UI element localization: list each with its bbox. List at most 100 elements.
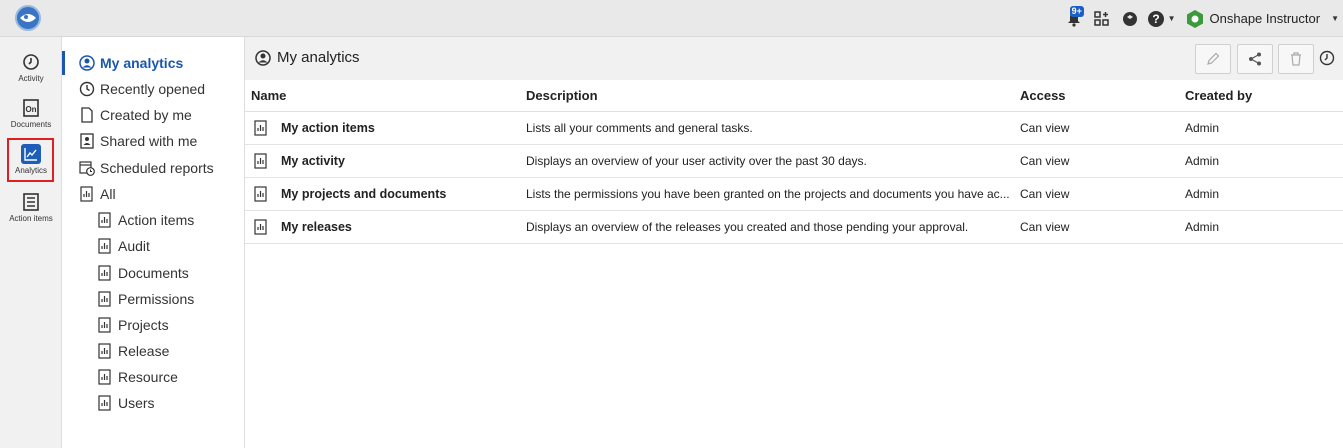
nav-item-created-by-me[interactable]: Created by me bbox=[79, 103, 192, 127]
nav-item-documents[interactable]: Documents bbox=[97, 261, 189, 285]
row-access: Can view bbox=[1014, 111, 1179, 145]
analytics-table: Name Description Access Created by My ac… bbox=[245, 80, 1343, 244]
analytics-nav: My analytics Recently opened Created by … bbox=[62, 37, 245, 448]
report-icon bbox=[97, 238, 113, 254]
report-icon bbox=[97, 212, 113, 228]
notification-badge: 9+ bbox=[1069, 5, 1084, 17]
app-store-icon[interactable] bbox=[1091, 8, 1113, 30]
learning-icon[interactable] bbox=[1119, 8, 1141, 30]
nav-label: All bbox=[100, 186, 116, 202]
main-header: My analytics bbox=[245, 37, 1343, 80]
share-button[interactable] bbox=[1237, 44, 1273, 74]
report-icon bbox=[97, 369, 113, 385]
calendar-clock-icon bbox=[79, 160, 95, 176]
clock-icon bbox=[79, 81, 95, 97]
nav-label: Resource bbox=[118, 369, 178, 385]
rail-label: Action items bbox=[9, 214, 53, 223]
row-created-by: Admin bbox=[1179, 144, 1343, 178]
user-circle-icon bbox=[255, 49, 271, 66]
svg-text:?: ? bbox=[1152, 12, 1159, 26]
row-created-by: Admin bbox=[1179, 111, 1343, 145]
notifications-icon[interactable]: 9+ bbox=[1063, 5, 1085, 30]
table-header-row: Name Description Access Created by bbox=[245, 80, 1343, 112]
nav-item-users[interactable]: Users bbox=[97, 391, 155, 415]
file-icon bbox=[79, 107, 95, 123]
report-icon bbox=[254, 185, 267, 202]
nav-label: Permissions bbox=[118, 291, 195, 307]
row-name: My action items bbox=[281, 120, 375, 135]
row-name: My activity bbox=[281, 153, 345, 168]
help-icon: ? bbox=[1147, 10, 1164, 27]
page-title: My analytics bbox=[255, 49, 360, 66]
active-indicator bbox=[62, 51, 65, 75]
report-icon bbox=[254, 119, 267, 136]
rail-label: Activity bbox=[18, 74, 44, 83]
nav-item-action-items[interactable]: Action items bbox=[97, 208, 194, 232]
nav-item-all[interactable]: All bbox=[79, 182, 116, 206]
nav-label: Release bbox=[118, 343, 170, 359]
table-row[interactable]: My releases Displays an overview of the … bbox=[245, 210, 1343, 244]
nav-item-audit[interactable]: Audit bbox=[97, 234, 150, 258]
svg-text:On: On bbox=[25, 105, 36, 114]
column-header-access[interactable]: Access bbox=[1014, 80, 1179, 112]
report-icon bbox=[97, 317, 113, 333]
report-icon bbox=[79, 186, 95, 202]
nav-label: Created by me bbox=[100, 107, 192, 123]
table-row[interactable]: My projects and documents Lists the perm… bbox=[245, 177, 1343, 211]
onshape-logo-icon bbox=[1186, 9, 1203, 28]
row-access: Can view bbox=[1014, 177, 1179, 211]
table-row[interactable]: My action items Lists all your comments … bbox=[245, 111, 1343, 145]
share-icon bbox=[1249, 52, 1261, 66]
help-menu[interactable]: ? ▼ bbox=[1147, 10, 1176, 28]
nav-item-my-analytics[interactable]: My analytics bbox=[79, 51, 183, 75]
nav-item-resource[interactable]: Resource bbox=[97, 365, 178, 389]
report-icon bbox=[254, 218, 267, 235]
nav-item-release[interactable]: Release bbox=[97, 339, 169, 363]
report-icon bbox=[97, 343, 113, 359]
nav-label: Users bbox=[118, 395, 155, 411]
row-name: My projects and documents bbox=[281, 186, 447, 201]
nav-item-scheduled-reports[interactable]: Scheduled reports bbox=[79, 156, 214, 180]
rail-item-analytics[interactable]: Analytics bbox=[0, 144, 62, 175]
rail-item-activity[interactable]: Activity bbox=[0, 52, 62, 83]
document-icon: On bbox=[23, 99, 39, 117]
nav-item-projects[interactable]: Projects bbox=[97, 313, 169, 337]
user-menu[interactable]: Onshape Instructor ▼ bbox=[1186, 9, 1339, 29]
column-header-name[interactable]: Name bbox=[245, 80, 520, 112]
user-circle-icon bbox=[79, 55, 95, 71]
row-description: Lists the permissions you have been gran… bbox=[526, 186, 1010, 201]
main-panel: My analytics Name Description Access Cre… bbox=[245, 37, 1343, 448]
shared-user-icon bbox=[79, 133, 95, 149]
app-logo-icon[interactable] bbox=[14, 4, 42, 32]
delete-button[interactable] bbox=[1278, 44, 1314, 74]
nav-label: Action items bbox=[118, 212, 195, 228]
report-icon bbox=[97, 395, 113, 411]
chevron-down-icon: ▼ bbox=[1167, 14, 1176, 23]
row-created-by: Admin bbox=[1179, 177, 1343, 211]
row-name: My releases bbox=[281, 219, 352, 234]
column-header-created-by[interactable]: Created by bbox=[1179, 80, 1343, 112]
row-description: Displays an overview of the releases you… bbox=[526, 219, 969, 234]
clock-icon bbox=[23, 54, 39, 70]
row-description: Displays an overview of your user activi… bbox=[526, 153, 867, 168]
analytics-icon bbox=[21, 144, 41, 164]
user-name: Onshape Instructor bbox=[1209, 11, 1321, 26]
nav-item-recently-opened[interactable]: Recently opened bbox=[79, 77, 205, 101]
chevron-down-icon: ▼ bbox=[1331, 14, 1339, 23]
nav-item-permissions[interactable]: Permissions bbox=[97, 287, 194, 311]
nav-label: Shared with me bbox=[100, 133, 198, 149]
nav-item-shared-with-me[interactable]: Shared with me bbox=[79, 129, 197, 153]
checklist-icon bbox=[23, 193, 39, 211]
rail-item-action-items[interactable]: Action items bbox=[0, 192, 62, 223]
nav-label: Projects bbox=[118, 317, 169, 333]
history-icon[interactable] bbox=[1319, 50, 1335, 66]
edit-button[interactable] bbox=[1195, 44, 1231, 74]
table-row[interactable]: My activity Displays an overview of your… bbox=[245, 144, 1343, 178]
nav-label: Scheduled reports bbox=[100, 160, 214, 176]
rail-item-documents[interactable]: On Documents bbox=[0, 98, 62, 129]
trash-icon bbox=[1291, 52, 1301, 66]
column-header-description[interactable]: Description bbox=[520, 80, 1014, 112]
row-created-by: Admin bbox=[1179, 210, 1343, 244]
top-bar: 9+ ? ▼ Onshape Instructor ▼ bbox=[0, 0, 1343, 37]
left-rail: Activity On Documents Analytics Action i… bbox=[0, 37, 62, 448]
